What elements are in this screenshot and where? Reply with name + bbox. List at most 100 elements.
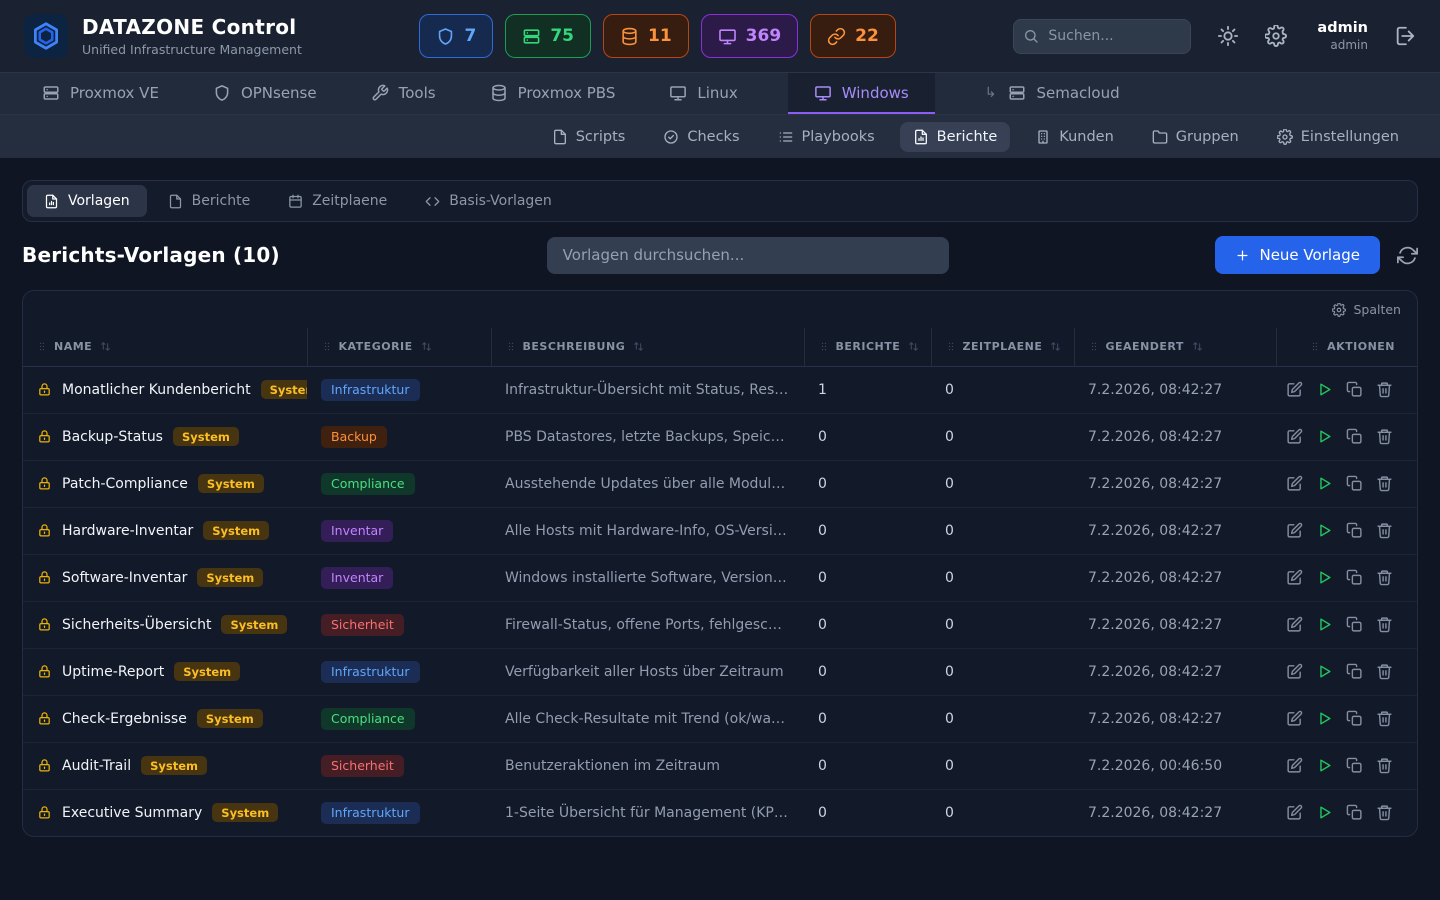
new-template-button[interactable]: Neue Vorlage xyxy=(1215,236,1380,274)
duplicate-button[interactable] xyxy=(1346,663,1363,680)
sort-icon[interactable] xyxy=(1191,340,1204,353)
edit-button[interactable] xyxy=(1286,428,1303,445)
delete-button[interactable] xyxy=(1376,428,1393,445)
delete-button[interactable] xyxy=(1376,522,1393,539)
table-row[interactable]: Executive Summary System Infrastruktur 1… xyxy=(23,789,1417,836)
user-menu[interactable]: admin admin xyxy=(1317,19,1368,52)
duplicate-button[interactable] xyxy=(1346,569,1363,586)
tab-vorlagen[interactable]: Vorlagen xyxy=(27,185,147,217)
column-header-name[interactable]: NAME xyxy=(23,328,307,366)
column-header-zeitplaene[interactable]: ZEITPLAENE xyxy=(931,328,1074,366)
sub-nav-item-gruppen[interactable]: Gruppen xyxy=(1139,122,1252,152)
run-button[interactable] xyxy=(1316,475,1333,492)
settings-button[interactable] xyxy=(1265,25,1287,47)
edit-button[interactable] xyxy=(1286,616,1303,633)
tab-zeitplaene[interactable]: Zeitplaene xyxy=(271,185,404,217)
theme-toggle-button[interactable] xyxy=(1217,25,1239,47)
duplicate-button[interactable] xyxy=(1346,475,1363,492)
edit-button[interactable] xyxy=(1286,710,1303,727)
edit-button[interactable] xyxy=(1286,663,1303,680)
stat-badge[interactable]: 75 xyxy=(505,14,591,58)
drag-handle-icon[interactable] xyxy=(37,340,47,353)
table-row[interactable]: Monatlicher Kundenbericht System Infrast… xyxy=(23,366,1417,413)
refresh-button[interactable] xyxy=(1397,245,1418,266)
duplicate-button[interactable] xyxy=(1346,710,1363,727)
module-nav-item-proxmox-pbs[interactable]: Proxmox PBS xyxy=(486,73,620,114)
sort-icon[interactable] xyxy=(907,340,920,353)
column-header-geaendert[interactable]: GEAENDERT xyxy=(1074,328,1276,366)
sub-nav-item-scripts[interactable]: Scripts xyxy=(539,122,639,152)
edit-button[interactable] xyxy=(1286,475,1303,492)
run-button[interactable] xyxy=(1316,757,1333,774)
drag-handle-icon[interactable] xyxy=(819,340,829,353)
duplicate-button[interactable] xyxy=(1346,804,1363,821)
delete-button[interactable] xyxy=(1376,757,1393,774)
drag-handle-icon[interactable] xyxy=(506,340,516,353)
edit-button[interactable] xyxy=(1286,757,1303,774)
column-header-aktionen[interactable]: AKTIONEN xyxy=(1276,328,1417,366)
delete-button[interactable] xyxy=(1376,663,1393,680)
template-search-input[interactable] xyxy=(547,237,949,274)
sub-nav-item-checks[interactable]: Checks xyxy=(650,122,752,152)
table-row[interactable]: Software-Inventar System Inventar Window… xyxy=(23,554,1417,601)
stat-badge[interactable]: 11 xyxy=(603,14,689,58)
module-nav-item-proxmox-ve[interactable]: Proxmox VE xyxy=(38,73,163,114)
run-button[interactable] xyxy=(1316,710,1333,727)
sub-nav-item-kunden[interactable]: Kunden xyxy=(1022,122,1126,152)
delete-button[interactable] xyxy=(1376,381,1393,398)
drag-handle-icon[interactable] xyxy=(1310,340,1320,353)
delete-button[interactable] xyxy=(1376,804,1393,821)
column-header-beschreibung[interactable]: BESCHREIBUNG xyxy=(491,328,804,366)
stat-badge[interactable]: 369 xyxy=(701,14,799,58)
drag-handle-icon[interactable] xyxy=(946,340,956,353)
drag-handle-icon[interactable] xyxy=(322,340,332,353)
sub-nav-item-playbooks[interactable]: Playbooks xyxy=(765,122,888,152)
delete-button[interactable] xyxy=(1376,569,1393,586)
module-nav-item-semacloud[interactable]: ↳ Semacloud xyxy=(981,73,1124,114)
run-button[interactable] xyxy=(1316,663,1333,680)
sort-icon[interactable] xyxy=(1049,340,1062,353)
global-search-input[interactable] xyxy=(1013,19,1191,54)
duplicate-button[interactable] xyxy=(1346,757,1363,774)
sub-nav-item-berichte[interactable]: Berichte xyxy=(900,122,1011,152)
table-row[interactable]: Patch-Compliance System Compliance Ausst… xyxy=(23,460,1417,507)
table-row[interactable]: Check-Ergebnisse System Compliance Alle … xyxy=(23,695,1417,742)
table-row[interactable]: Hardware-Inventar System Inventar Alle H… xyxy=(23,507,1417,554)
module-nav-item-linux[interactable]: Linux xyxy=(665,73,741,114)
table-row[interactable]: Backup-Status System Backup PBS Datastor… xyxy=(23,413,1417,460)
tab-basis-vorlagen[interactable]: Basis-Vorlagen xyxy=(408,185,569,217)
table-row[interactable]: Audit-Trail System Sicherheit Benutzerak… xyxy=(23,742,1417,789)
edit-button[interactable] xyxy=(1286,522,1303,539)
module-nav-item-opnsense[interactable]: OPNsense xyxy=(209,73,321,114)
delete-button[interactable] xyxy=(1376,616,1393,633)
sub-nav-item-einstellungen[interactable]: Einstellungen xyxy=(1264,122,1412,152)
sort-icon[interactable] xyxy=(420,340,433,353)
column-header-berichte[interactable]: BERICHTE xyxy=(804,328,931,366)
edit-button[interactable] xyxy=(1286,569,1303,586)
stat-badge[interactable]: 7 xyxy=(419,14,493,58)
duplicate-button[interactable] xyxy=(1346,522,1363,539)
logout-button[interactable] xyxy=(1394,25,1416,47)
duplicate-button[interactable] xyxy=(1346,616,1363,633)
table-row[interactable]: Uptime-Report System Infrastruktur Verfü… xyxy=(23,648,1417,695)
delete-button[interactable] xyxy=(1376,475,1393,492)
stat-badge[interactable]: 22 xyxy=(810,14,896,58)
tab-berichte[interactable]: Berichte xyxy=(151,185,268,217)
edit-button[interactable] xyxy=(1286,381,1303,398)
run-button[interactable] xyxy=(1316,381,1333,398)
drag-handle-icon[interactable] xyxy=(1089,340,1099,353)
module-nav-item-windows[interactable]: Windows xyxy=(788,73,935,114)
duplicate-button[interactable] xyxy=(1346,381,1363,398)
duplicate-button[interactable] xyxy=(1346,428,1363,445)
delete-button[interactable] xyxy=(1376,710,1393,727)
sort-icon[interactable] xyxy=(632,340,645,353)
edit-button[interactable] xyxy=(1286,804,1303,821)
table-row[interactable]: Sicherheits-Übersicht System Sicherheit … xyxy=(23,601,1417,648)
run-button[interactable] xyxy=(1316,522,1333,539)
run-button[interactable] xyxy=(1316,616,1333,633)
run-button[interactable] xyxy=(1316,569,1333,586)
run-button[interactable] xyxy=(1316,428,1333,445)
module-nav-item-tools[interactable]: Tools xyxy=(367,73,440,114)
run-button[interactable] xyxy=(1316,804,1333,821)
column-header-kategorie[interactable]: KATEGORIE xyxy=(307,328,491,366)
